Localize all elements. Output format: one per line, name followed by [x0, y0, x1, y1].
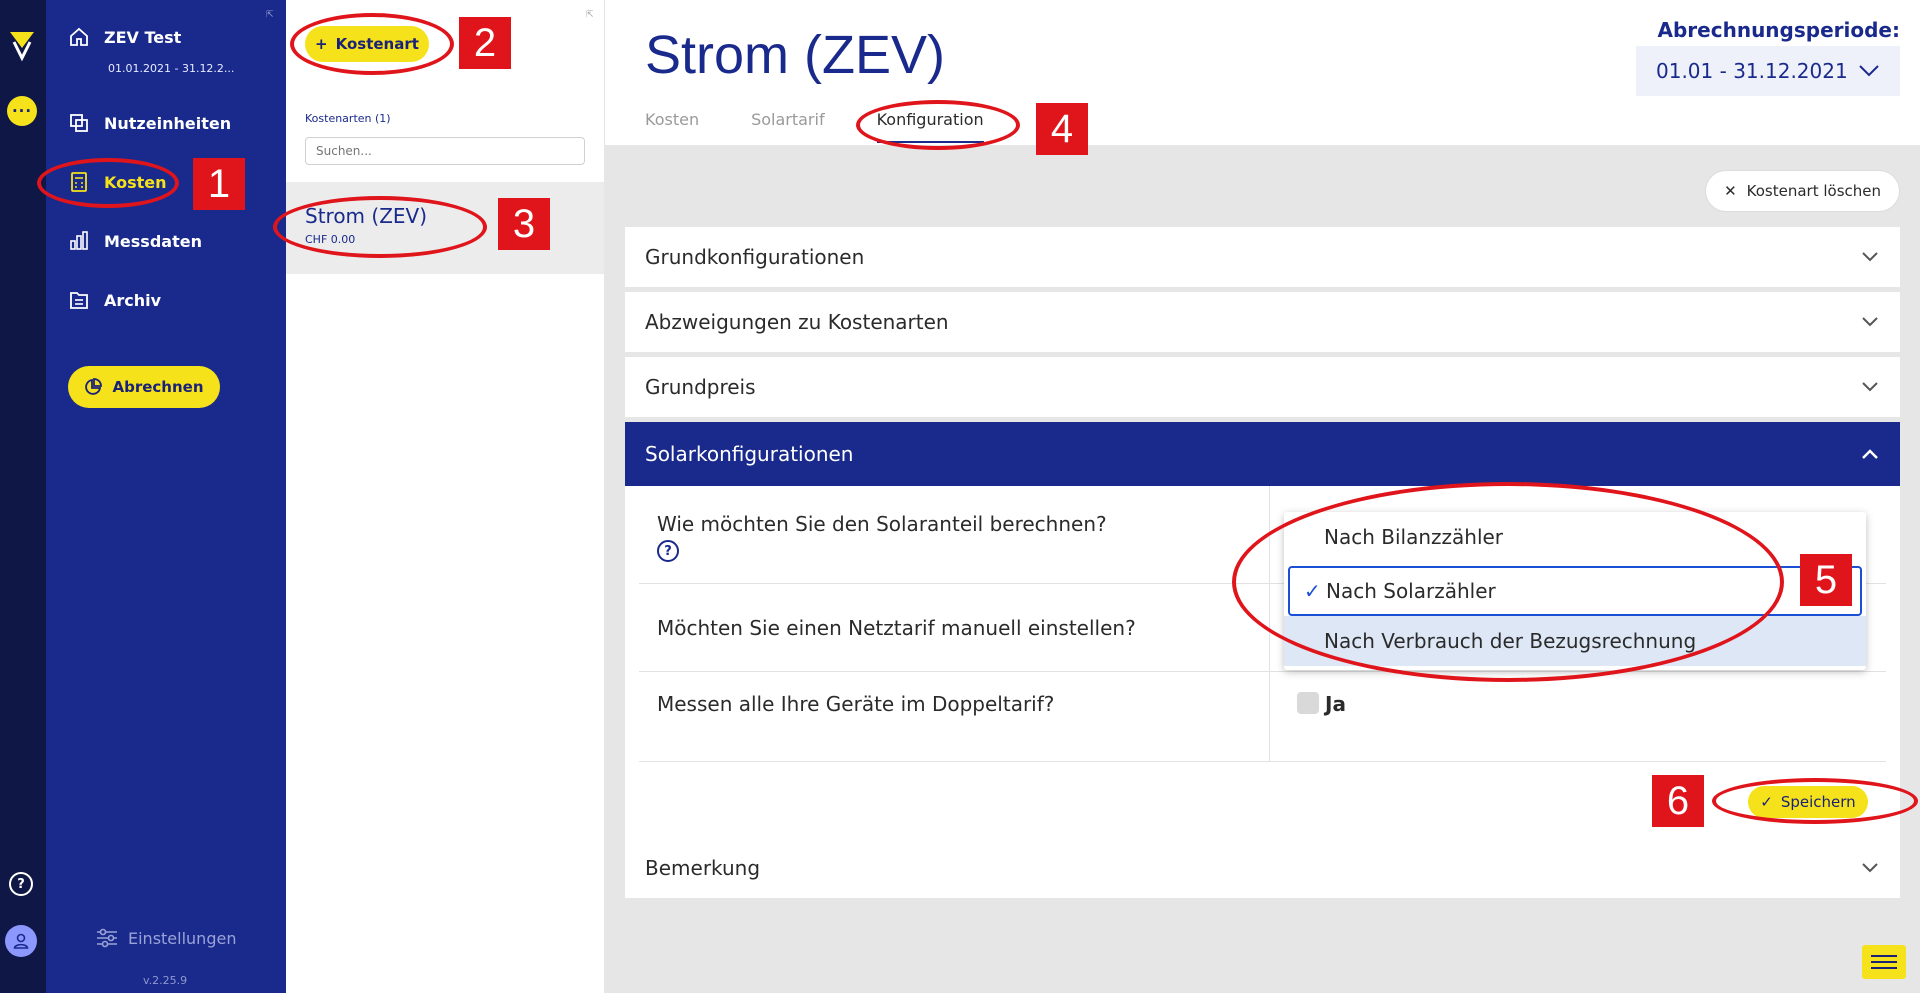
- abrechnen-label: Abrechnen: [112, 378, 204, 396]
- pin-icon[interactable]: ⇱: [586, 10, 594, 20]
- tab-kosten[interactable]: Kosten: [645, 110, 699, 143]
- annotation-ring: [1712, 778, 1918, 824]
- chevron-down-icon: [1862, 863, 1878, 873]
- annotation-number: 4: [1036, 103, 1088, 155]
- project-name: ZEV Test: [104, 27, 182, 47]
- annotation-ring: [1232, 482, 1784, 682]
- sidebar-item-archiv[interactable]: Archiv: [68, 289, 161, 311]
- app-rail: ··· ?: [0, 0, 46, 993]
- avatar[interactable]: [5, 925, 37, 957]
- period-label: Abrechnungsperiode:: [1657, 18, 1900, 42]
- sidebar-item-label: Archiv: [104, 290, 162, 310]
- annotation-ring: [290, 13, 454, 75]
- abrechnen-button[interactable]: Abrechnen: [68, 366, 220, 408]
- sidebar-item-label: Nutzeinheiten: [104, 113, 232, 133]
- annotation-ring: [273, 196, 487, 258]
- home-icon: [70, 27, 88, 46]
- question-help-icon[interactable]: ?: [657, 540, 679, 562]
- page-header: Strom (ZEV) Kosten Solartarif Konfigurat…: [605, 0, 1920, 145]
- sliders-icon: [97, 928, 117, 948]
- sidebar-item-messdaten[interactable]: Messdaten: [68, 230, 202, 252]
- sidebar-item-nutzeinheiten[interactable]: Nutzeinheiten: [68, 112, 231, 134]
- version-text: v.2.25.9: [143, 974, 188, 987]
- chevron-up-icon: [1862, 449, 1878, 459]
- tab-solartarif[interactable]: Solartarif: [751, 110, 825, 143]
- help-icon[interactable]: ?: [9, 872, 33, 896]
- delete-kostenart-label: Kostenart löschen: [1746, 182, 1881, 200]
- annotation-number: 2: [459, 17, 511, 69]
- close-icon: ✕: [1724, 182, 1737, 200]
- annotation-number: 3: [498, 198, 550, 250]
- annotation-number: 6: [1652, 775, 1704, 827]
- question-row: Messen alle Ihre Geräte im Doppeltarif? …: [639, 672, 1886, 762]
- section-abzweigungen[interactable]: Abzweigungen zu Kostenarten: [625, 292, 1900, 354]
- section-label: Solarkonfigurationen: [645, 442, 854, 466]
- search-input[interactable]: [305, 137, 585, 165]
- question-label: Möchten Sie einen Netztarif manuell eins…: [657, 616, 1136, 640]
- user-icon: [13, 933, 29, 949]
- settings-label: Einstellungen: [128, 928, 237, 948]
- annotation-number: 1: [193, 158, 245, 210]
- logo-icon[interactable]: [8, 28, 36, 62]
- chevron-down-icon: [1862, 317, 1878, 327]
- chevron-down-icon: [1862, 382, 1878, 392]
- period-value: 01.01 - 31.12.2021: [1656, 59, 1848, 83]
- checkbox-label: Ja: [1325, 692, 1346, 716]
- question-label: Wie möchten Sie den Solaranteil berechne…: [657, 512, 1107, 536]
- chevron-down-icon: [1862, 252, 1878, 262]
- sidebar: ⇱ ZEV Test 01.01.2021 - 31.12.2... Nutze…: [46, 0, 286, 993]
- annotation-ring: [37, 158, 179, 208]
- page-title: Strom (ZEV): [645, 25, 946, 85]
- section-label: Grundkonfigurationen: [645, 245, 865, 269]
- more-icon[interactable]: ···: [7, 96, 37, 126]
- sidebar-item-label: Messdaten: [104, 231, 202, 251]
- pin-icon[interactable]: ⇱: [266, 10, 274, 20]
- annotation-ring: [856, 100, 1020, 150]
- archive-icon: [70, 292, 88, 309]
- sidebar-item-project[interactable]: ZEV Test: [68, 26, 181, 48]
- section-label: Bemerkung: [645, 856, 761, 880]
- settings-link[interactable]: Einstellungen: [96, 928, 236, 948]
- cost-type-list-panel: ⇱ + Kostenart Kostenarten (1) Strom (ZEV…: [286, 0, 605, 993]
- pie-chart-icon: [85, 378, 103, 395]
- list-header: Kostenarten (1): [305, 112, 391, 125]
- question-label: Messen alle Ihre Geräte im Doppeltarif?: [657, 692, 1055, 716]
- section-bemerkung[interactable]: Bemerkung: [625, 838, 1900, 900]
- period-select[interactable]: 01.01 - 31.12.2021: [1636, 46, 1900, 96]
- section-label: Abzweigungen zu Kostenarten: [645, 310, 949, 334]
- notes-icon[interactable]: [1862, 945, 1906, 979]
- section-grundpreis[interactable]: Grundpreis: [625, 357, 1900, 419]
- section-label: Grundpreis: [645, 375, 756, 399]
- section-solarkonfigurationen[interactable]: Solarkonfigurationen: [625, 422, 1900, 486]
- doppeltarif-checkbox[interactable]: [1297, 692, 1319, 714]
- annotation-number: 5: [1800, 554, 1852, 606]
- main-content: Strom (ZEV) Kosten Solartarif Konfigurat…: [605, 0, 1920, 993]
- section-grundkonfigurationen[interactable]: Grundkonfigurationen: [625, 227, 1900, 289]
- units-icon: [70, 114, 88, 132]
- project-dates: 01.01.2021 - 31.12.2...: [108, 62, 235, 75]
- bar-chart-icon: [70, 231, 88, 250]
- delete-kostenart-button[interactable]: ✕ Kostenart löschen: [1705, 170, 1900, 212]
- chevron-down-icon: [1859, 65, 1879, 77]
